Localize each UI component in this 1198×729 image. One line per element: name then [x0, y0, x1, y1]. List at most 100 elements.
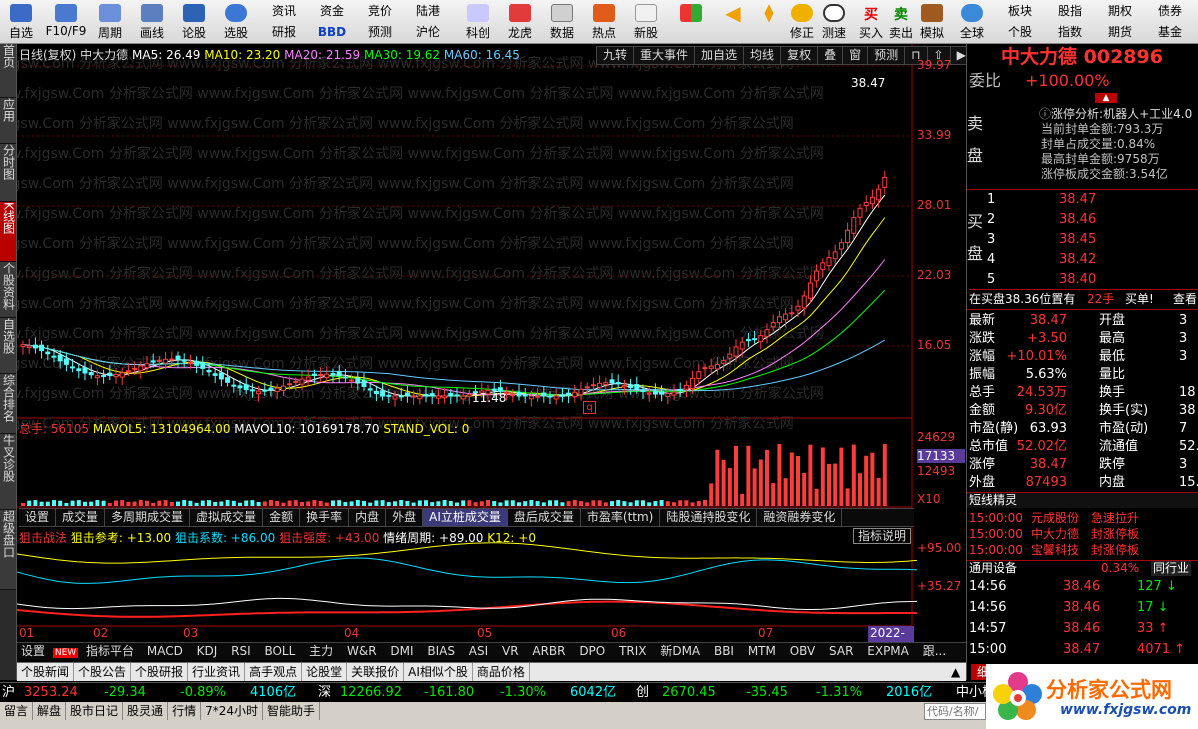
futures-button[interactable]: 期货 [1098, 22, 1142, 42]
nine-turn-button[interactable]: 九转 [597, 47, 635, 64]
period-button[interactable]: 周期 [92, 2, 128, 42]
stock-pass-button[interactable]: 股灵通 [123, 702, 169, 720]
tab-amount[interactable]: 金额 [263, 509, 301, 526]
tab-intraday[interactable]: 分时图 [0, 144, 16, 202]
analysis-button[interactable]: 解盘 [33, 702, 67, 720]
ind-trix[interactable]: TRIX [614, 644, 651, 658]
tab-inner[interactable]: 内盘 [349, 509, 387, 526]
message-button[interactable]: 留言 [0, 702, 34, 720]
ind-dmi[interactable]: DMI [385, 644, 418, 658]
ind-vr[interactable]: VR [497, 644, 524, 658]
ind-asi[interactable]: ASI [464, 644, 493, 658]
global-button[interactable]: 全球 [954, 2, 990, 42]
tab-outer[interactable]: 外盘 [386, 509, 424, 526]
watchlist-button[interactable]: 自选 [4, 2, 38, 42]
research-button[interactable]: 研报 [262, 22, 306, 42]
kline-chart-area[interactable]: www.fxjgsw.Com 分析家公式网 www.fxjgsw.Com 分析家… [17, 44, 966, 682]
tab-turnover[interactable]: 换手率 [300, 509, 350, 526]
forecast-button[interactable]: 预测 [358, 22, 402, 42]
smart-assistant-button[interactable]: 智能助手 [263, 702, 320, 720]
ind-sar[interactable]: SAR [824, 644, 858, 658]
bonds-button[interactable]: 债券 [1148, 1, 1192, 21]
expand-icon[interactable]: ▲ [951, 663, 960, 681]
funds-button-2[interactable]: 基金 [1148, 22, 1192, 42]
dragon-tiger-button[interactable]: 龙虎 [500, 2, 540, 42]
layout-button[interactable] [676, 2, 706, 42]
news-button[interactable]: 资讯 [262, 1, 306, 21]
ind-bias[interactable]: BIAS [422, 644, 460, 658]
ind-main-force[interactable]: 主力 [304, 644, 338, 658]
ind-new-dma[interactable]: 新DMA [655, 644, 705, 658]
up-down-button[interactable]: ▲ ▼ [756, 2, 782, 42]
tab-forum[interactable]: 论股堂 [302, 663, 348, 681]
tab-northbound[interactable]: 陆股通持股变化 [660, 509, 758, 526]
ind-expma[interactable]: EXPMA [862, 644, 914, 658]
major-events-button[interactable]: 重大事件 [634, 47, 696, 64]
funds-button[interactable]: 资金 [310, 1, 354, 21]
tab-watchlist[interactable]: 自选股 [0, 318, 16, 374]
stock-picker-button[interactable]: 选股 [218, 2, 254, 42]
f10-button[interactable]: F10/F9 [44, 2, 88, 42]
news-247-button[interactable]: 7*24小时 [201, 702, 263, 720]
index-futures-button[interactable]: 股指 [1048, 1, 1092, 21]
index-button[interactable]: 指数 [1048, 22, 1092, 42]
event-marker[interactable]: q [583, 401, 596, 414]
draw-line-button[interactable]: 画线 [134, 2, 170, 42]
tab-related-quotes[interactable]: 关联报价 [347, 663, 405, 681]
collapse-icon[interactable]: ▲ [1095, 93, 1117, 103]
ind-rsi[interactable]: RSI [226, 644, 256, 658]
ind-more[interactable]: 跟... [918, 644, 951, 658]
sector-button[interactable]: 板块 [998, 1, 1042, 21]
ind-wr[interactable]: W&R [342, 644, 382, 658]
star-market-button[interactable]: 科创 [458, 2, 498, 42]
speed-test-button[interactable]: 测速 [818, 2, 850, 42]
tab-expert-views[interactable]: 高手观点 [245, 663, 303, 681]
tab-multi-period-volume[interactable]: 多周期成交量 [105, 509, 191, 526]
adjust-button[interactable]: 复权 [781, 47, 819, 64]
tab-stock-news[interactable]: 个股新闻 [17, 663, 75, 681]
tab-stock-research[interactable]: 个股研报 [131, 663, 189, 681]
queue-check-link[interactable]: 查看 [1173, 290, 1197, 308]
ind-arbr[interactable]: ARBR [527, 644, 570, 658]
back-button[interactable]: ◀ [718, 2, 748, 42]
tab-settings[interactable]: 设置 [19, 509, 57, 526]
diary-button[interactable]: 股市日记 [66, 702, 124, 720]
code-search-input[interactable] [924, 703, 986, 720]
tab-ranking[interactable]: 综合排名 [0, 374, 16, 434]
tab-margin[interactable]: 融资融券变化 [757, 509, 843, 526]
predict-button[interactable]: 预测 [868, 47, 906, 64]
data-button[interactable]: 数据 [542, 2, 582, 42]
bbd-button[interactable]: BBD [310, 22, 354, 42]
ipo-button[interactable]: 新股 [626, 2, 666, 42]
tab-super-panel[interactable]: 超级盘口 [0, 510, 16, 590]
tab-diagnosis[interactable]: 牛叉诊股 [0, 434, 16, 510]
tab-industry-news[interactable]: 行业资讯 [188, 663, 246, 681]
overlay-button[interactable]: 叠 [818, 47, 844, 64]
tab-kline[interactable]: K线图 [0, 202, 16, 262]
buy-button[interactable]: 买买入 [856, 2, 886, 42]
tab-home[interactable]: 首页 [0, 44, 16, 98]
hot-spot-button[interactable]: 热点 [584, 2, 624, 42]
hk-connect-button[interactable]: 陆港 [406, 1, 450, 21]
indicator-help-button[interactable]: 指标说明 [853, 528, 911, 544]
tab-apps[interactable]: 应用 [0, 98, 16, 144]
tab-virtual-volume[interactable]: 虚拟成交量 [190, 509, 264, 526]
london-connect-button[interactable]: 沪伦 [406, 22, 450, 42]
tab-profile[interactable]: 个股资料 [0, 262, 16, 318]
ind-obv[interactable]: OBV [785, 644, 821, 658]
simulate-button[interactable]: 模拟 [916, 2, 948, 42]
tab-commodities[interactable]: 商品价格 [473, 663, 530, 681]
stock-button[interactable]: 个股 [998, 22, 1042, 42]
ind-dpo[interactable]: DPO [574, 644, 610, 658]
ind-boll[interactable]: BOLL [259, 644, 300, 658]
discuss-button[interactable]: 论股 [176, 2, 212, 42]
ma-button[interactable]: 均线 [744, 47, 782, 64]
options-button[interactable]: 期权 [1098, 1, 1142, 21]
short-term-row[interactable]: 15:00:00 宝馨科技 封涨停板 [969, 542, 1198, 558]
sell-button[interactable]: 卖卖出 [886, 2, 916, 42]
tab-pe-ttm[interactable]: 市盈率(ttm) [581, 509, 661, 526]
ind-macd[interactable]: MACD [142, 644, 188, 658]
tab-ai-similar[interactable]: AI相似个股 [404, 663, 473, 681]
ind-kdj[interactable]: KDJ [192, 644, 223, 658]
correct-button[interactable]: 修正 [786, 2, 818, 42]
